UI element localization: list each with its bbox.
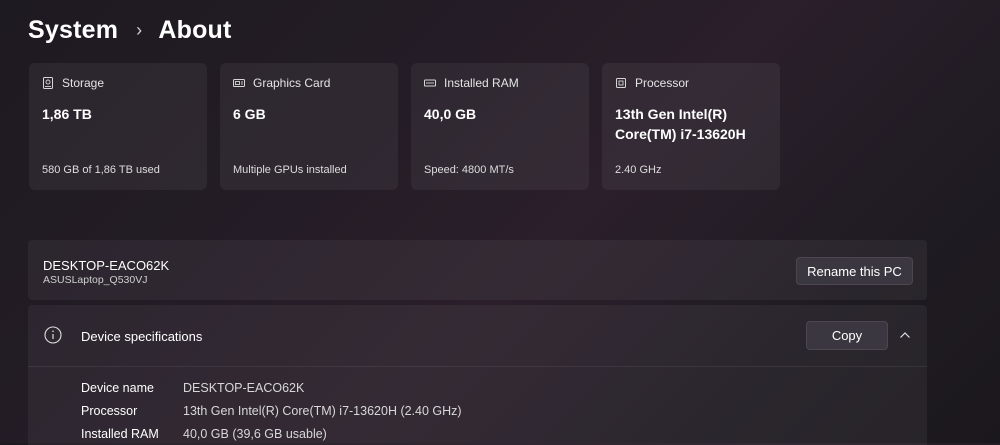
info-icon	[44, 326, 62, 344]
card-storage: Storage 1,86 TB 580 GB of 1,86 TB used	[29, 63, 207, 190]
storage-icon	[43, 77, 53, 89]
rename-pc-button[interactable]: Rename this PC	[796, 257, 913, 285]
page-title: About	[158, 16, 232, 44]
card-value: 40,0 GB	[424, 106, 477, 122]
graphics-card-icon	[233, 79, 245, 87]
breadcrumb-system[interactable]: System	[28, 16, 118, 45]
card-processor: Processor 13th Gen Intel(R) Core(TM) i7-…	[602, 63, 780, 190]
card-title: Installed RAM	[444, 76, 519, 90]
ram-icon	[424, 79, 436, 87]
card-title: Processor	[635, 76, 690, 90]
device-specifications-panel: Device specifications Copy Device name D…	[28, 305, 927, 445]
card-subtext: 2.40 GHz	[615, 164, 662, 176]
copy-button[interactable]: Copy	[806, 321, 888, 350]
card-ram: Installed RAM 40,0 GB Speed: 4800 MT/s	[411, 63, 589, 190]
spec-label: Processor	[81, 403, 138, 418]
card-value: 13th Gen Intel(R) Core(TM) i7-13620H	[615, 106, 746, 142]
card-subtext: Speed: 4800 MT/s	[424, 164, 514, 176]
card-value: 6 GB	[233, 106, 266, 122]
card-title: Graphics Card	[253, 76, 331, 90]
card-graphics: Graphics Card 6 GB Multiple GPUs install…	[220, 63, 398, 190]
pc-model: ASUSLaptop_Q530VJ	[43, 274, 148, 286]
breadcrumb-separator-icon: ›	[136, 20, 143, 40]
card-value: 1,86 TB	[42, 106, 92, 122]
spec-label: Device name	[81, 380, 154, 395]
device-specifications-title: Device specifications	[81, 329, 203, 344]
spec-value: 13th Gen Intel(R) Core(TM) i7-13620H (2.…	[183, 403, 462, 418]
card-title: Storage	[62, 76, 105, 90]
card-subtext: Multiple GPUs installed	[233, 164, 347, 176]
card-subtext: 580 GB of 1,86 TB used	[42, 164, 160, 176]
breadcrumb: System › About	[28, 16, 232, 45]
device-specifications-header[interactable]: Device specifications Copy	[28, 305, 927, 367]
spec-value: 40,0 GB (39,6 GB usable)	[183, 426, 327, 441]
spec-rows: Device name DESKTOP-EACO62K Processor 13…	[81, 376, 462, 445]
spec-row: Processor 13th Gen Intel(R) Core(TM) i7-…	[81, 399, 462, 422]
processor-icon	[616, 78, 626, 88]
spec-value: DESKTOP-EACO62K	[183, 380, 305, 395]
chevron-up-icon[interactable]	[899, 329, 911, 341]
pc-name-panel: DESKTOP-EACO62K ASUSLaptop_Q530VJ Rename…	[28, 240, 927, 300]
pc-name: DESKTOP-EACO62K	[43, 258, 170, 273]
spec-cards: Storage 1,86 TB 580 GB of 1,86 TB used G…	[29, 63, 780, 190]
spec-label: Installed RAM	[81, 426, 159, 441]
spec-row: Installed RAM 40,0 GB (39,6 GB usable)	[81, 422, 462, 445]
spec-row: Device name DESKTOP-EACO62K	[81, 376, 462, 399]
